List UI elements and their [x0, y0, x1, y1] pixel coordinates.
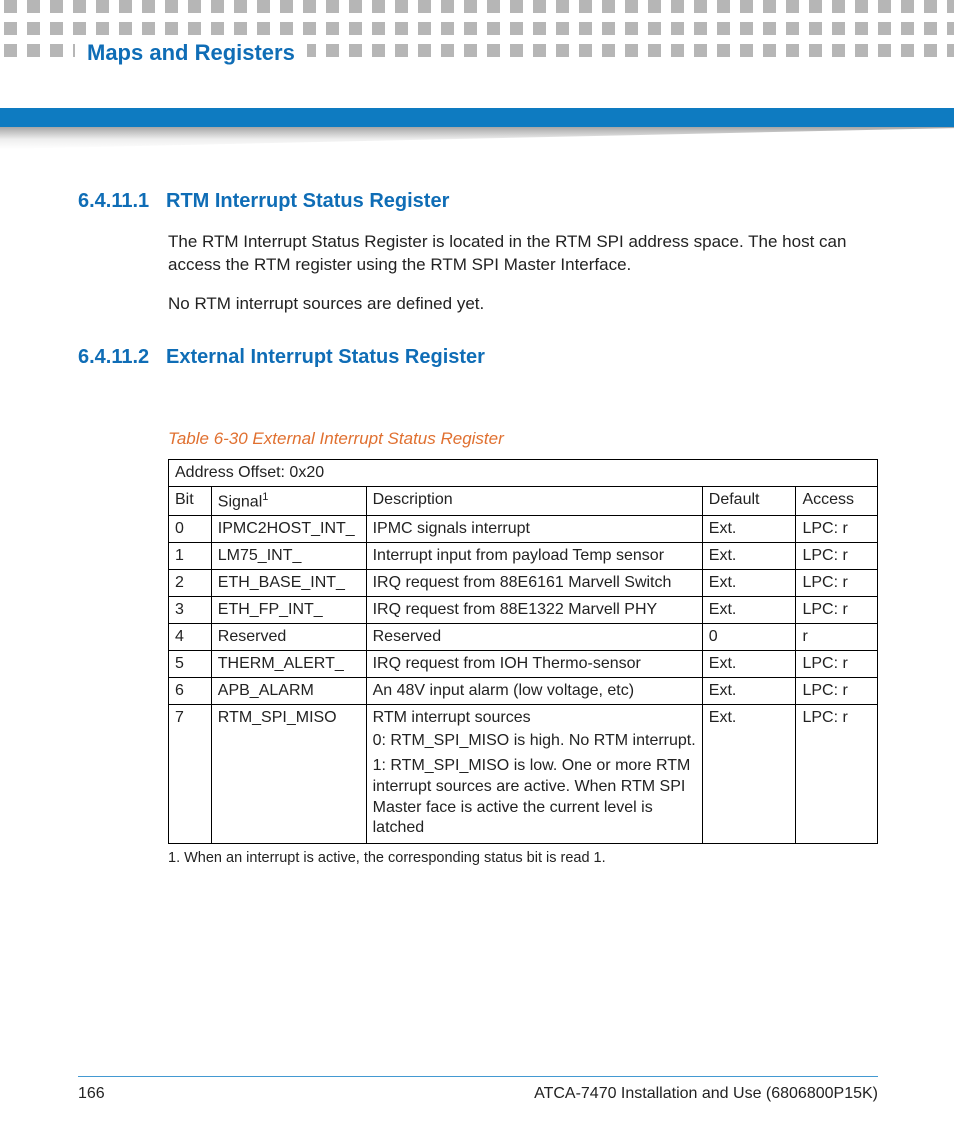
doc-title: ATCA-7470 Installation and Use (6806800P… — [534, 1085, 878, 1103]
page-number: 166 — [78, 1085, 105, 1103]
table-row: 2 ETH_BASE_INT_ IRQ request from 88E6161… — [169, 570, 878, 597]
header-title-mask: Maps and Registers — [75, 40, 307, 66]
page-title: Maps and Registers — [87, 40, 295, 66]
header-grey-wedge — [0, 127, 954, 149]
table-row: 1 LM75_INT_ Interrupt input from payload… — [169, 543, 878, 570]
section-number: 6.4.11.1 — [78, 190, 150, 213]
table-footnote: 1. When an interrupt is active, the corr… — [168, 850, 878, 866]
col-default: Default — [702, 486, 796, 515]
col-signal: Signal1 — [211, 486, 366, 515]
col-bit: Bit — [169, 486, 212, 515]
section-title: RTM Interrupt Status Register — [166, 190, 449, 213]
address-offset-cell: Address Offset: 0x20 — [169, 459, 878, 486]
body-paragraph: The RTM Interrupt Status Register is loc… — [168, 231, 878, 277]
section-title: External Interrupt Status Register — [166, 346, 485, 369]
section-heading-2: 6.4.11.2 External Interrupt Status Regis… — [78, 346, 878, 369]
table-caption: Table 6-30 External Interrupt Status Reg… — [168, 429, 878, 449]
section-heading-1: 6.4.11.1 RTM Interrupt Status Register — [78, 190, 878, 213]
table-row: 6 APB_ALARM An 48V input alarm (low volt… — [169, 678, 878, 705]
section-number: 6.4.11.2 — [78, 346, 150, 369]
col-description: Description — [366, 486, 702, 515]
page-footer: 166 ATCA-7470 Installation and Use (6806… — [78, 1076, 878, 1103]
table-address-row: Address Offset: 0x20 — [169, 459, 878, 486]
table-row: 7 RTM_SPI_MISO RTM interrupt sources 0: … — [169, 705, 878, 844]
col-access: Access — [796, 486, 878, 515]
table-row: 3 ETH_FP_INT_ IRQ request from 88E1322 M… — [169, 597, 878, 624]
register-table: Address Offset: 0x20 Bit Signal1 Descrip… — [168, 459, 878, 844]
table-row: 4 Reserved Reserved 0 r — [169, 624, 878, 651]
table-header-row: Bit Signal1 Description Default Access — [169, 486, 878, 515]
header-blue-bar — [0, 108, 954, 127]
body-paragraph: No RTM interrupt sources are defined yet… — [168, 293, 878, 316]
table-row: 0 IPMC2HOST_INT_ IPMC signals interrupt … — [169, 516, 878, 543]
table-row: 5 THERM_ALERT_ IRQ request from IOH Ther… — [169, 651, 878, 678]
